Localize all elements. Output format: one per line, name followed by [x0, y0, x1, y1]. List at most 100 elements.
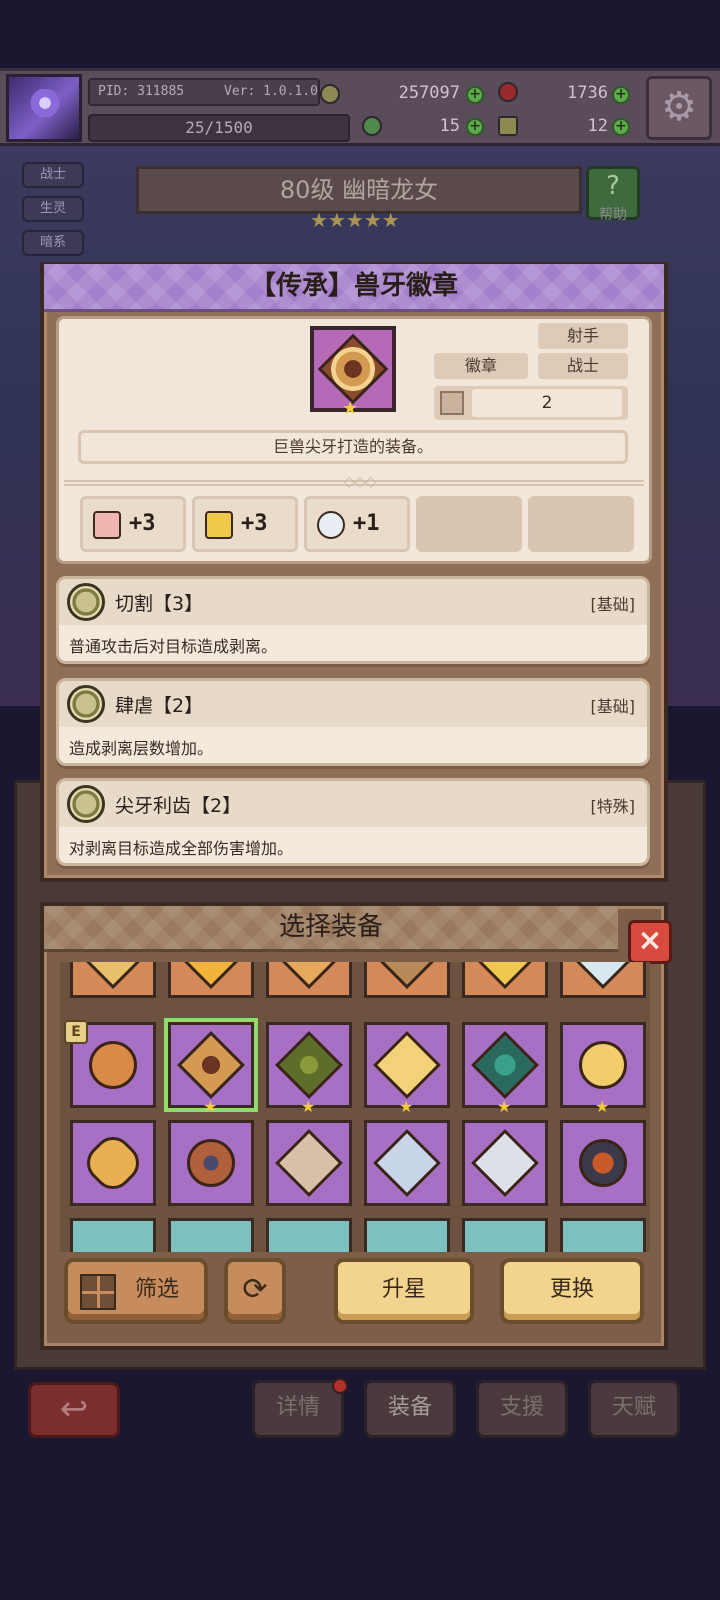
bonus-armor: +3: [192, 496, 298, 552]
hammer-icon: [498, 116, 518, 136]
equipment-grid[interactable]: ★ ★ ★ ★ ★: [60, 962, 650, 1252]
equipment-slot[interactable]: [462, 1218, 548, 1252]
equipment-slot[interactable]: [266, 1120, 352, 1206]
equipment-slot[interactable]: [266, 962, 352, 998]
equipment-slot[interactable]: ★: [462, 1022, 548, 1116]
replace-label: 更换: [549, 1277, 594, 1302]
equipment-slot[interactable]: [168, 1120, 254, 1206]
skill-description: 普通攻击后对目标造成剥离。: [69, 637, 278, 656]
armor-icon: [205, 511, 233, 539]
equipment-slot[interactable]: [462, 962, 548, 998]
select-equipment-title: 选择装备: [44, 906, 618, 952]
bonus-empty-slot: [416, 496, 522, 552]
help-label: 帮助: [599, 207, 627, 223]
item-description: 巨兽尖牙打造的装备。: [78, 430, 628, 464]
equipment-slot[interactable]: [364, 1120, 450, 1206]
skill-card: 尖牙利齿【2】 [特殊] 对剥离目标造成全部伤害增加。: [56, 778, 650, 866]
equipment-slot[interactable]: [168, 1218, 254, 1252]
player-avatar[interactable]: [6, 74, 82, 142]
refresh-icon: ⟳: [242, 1272, 268, 1307]
equipment-slot[interactable]: ★: [560, 1022, 646, 1116]
tag-creature: 生灵: [22, 196, 84, 222]
bonus-agility: +1: [304, 496, 410, 552]
upgrade-star-button[interactable]: 升星: [334, 1258, 474, 1324]
skill-name: 切割【3】: [115, 593, 204, 615]
equipment-slot[interactable]: ★: [266, 1022, 352, 1116]
skill-description: 造成剥离层数增加。: [69, 739, 214, 758]
skill-description: 对剥离目标造成全部伤害增加。: [69, 839, 294, 858]
tab-support[interactable]: 支援: [476, 1380, 568, 1438]
add-clover-icon[interactable]: +: [466, 118, 484, 136]
equipment-slot[interactable]: [560, 1218, 646, 1252]
slot-size-box: 2: [434, 386, 628, 420]
class-tag-warrior: 战士: [538, 353, 628, 379]
item-title: 【传承】兽牙徽章: [44, 264, 664, 312]
tag-dark: 暗系: [22, 230, 84, 256]
equipment-slot[interactable]: [560, 1120, 646, 1206]
upgrade-label: 升星: [381, 1277, 426, 1302]
red-gem-icon: [498, 82, 518, 102]
skill-type: [基础]: [590, 697, 636, 716]
equipment-slot[interactable]: [364, 1218, 450, 1252]
equipment-slot[interactable]: [560, 962, 646, 998]
back-button[interactable]: ↩: [28, 1382, 120, 1438]
skill-name: 肆虐【2】: [115, 695, 204, 717]
game-version: Ver: 1.0.1.0: [224, 84, 318, 99]
bonus-strength: +3: [80, 496, 186, 552]
question-icon: ?: [606, 171, 620, 201]
strength-icon: [93, 511, 121, 539]
add-hammer-icon[interactable]: +: [612, 118, 630, 136]
clover-amount: 15: [439, 116, 460, 136]
skill-emblem-icon: [67, 583, 105, 621]
gold-coin-icon: [320, 84, 340, 104]
equipment-slot[interactable]: [70, 1218, 156, 1252]
skill-card: 切割【3】 [基础] 普通攻击后对目标造成剥离。: [56, 576, 650, 664]
skill-type: [基础]: [590, 595, 636, 614]
type-tag-badge: 徽章: [434, 353, 528, 379]
class-tag-archer: 射手: [538, 323, 628, 349]
filter-button[interactable]: 筛选: [64, 1258, 208, 1324]
experience-bar: 25/1500: [88, 114, 350, 142]
tab-details[interactable]: 详情: [252, 1380, 344, 1438]
player-id: PID: 311885: [98, 84, 185, 99]
equipped-badge: E: [64, 1020, 88, 1044]
grid-filter-icon: [80, 1274, 116, 1310]
equipment-slot[interactable]: [168, 962, 254, 998]
tab-talent[interactable]: 天赋: [588, 1380, 680, 1438]
hammer-amount: 12: [587, 116, 608, 136]
equipment-slot[interactable]: [70, 1120, 156, 1206]
skill-emblem-icon: [67, 785, 105, 823]
clover-icon: [362, 116, 382, 136]
tag-warrior: 战士: [22, 162, 84, 188]
close-icon: ×: [637, 923, 663, 958]
replace-button[interactable]: 更换: [500, 1258, 644, 1324]
notification-dot-icon: [332, 1378, 348, 1394]
refresh-button[interactable]: ⟳: [224, 1258, 286, 1324]
add-gem-icon[interactable]: +: [612, 86, 630, 104]
slot-size-value: 2: [472, 389, 622, 417]
skill-card: 肆虐【2】 [基础] 造成剥离层数增加。: [56, 678, 650, 766]
gem-amount: 1736: [567, 83, 608, 103]
tab-equipment[interactable]: 装备: [364, 1380, 456, 1438]
bonus-empty-slot: [528, 496, 634, 552]
pid-version-bar: PID: 311885 Ver: 1.0.1.0: [88, 78, 320, 106]
equipment-slot[interactable]: [462, 1120, 548, 1206]
item-star-icon: ★: [342, 398, 359, 419]
add-gold-icon[interactable]: +: [466, 86, 484, 104]
back-arrow-icon: ↩: [59, 1389, 89, 1429]
skill-name: 尖牙利齿【2】: [115, 795, 242, 817]
slot-grid-icon: [440, 391, 464, 415]
equipment-slot[interactable]: ★: [364, 1022, 450, 1116]
skill-emblem-icon: [67, 685, 105, 723]
divider-ornament-icon: ◇◇◇: [343, 474, 377, 490]
settings-gear-icon[interactable]: ⚙: [646, 76, 712, 140]
close-button[interactable]: ×: [628, 920, 672, 964]
equipment-slot[interactable]: [266, 1218, 352, 1252]
character-name: 80级 幽暗龙女: [136, 166, 582, 214]
equipment-slot-selected[interactable]: ★: [168, 1022, 254, 1116]
skill-type: [特殊]: [590, 797, 636, 816]
character-stars: ★★★★★: [310, 208, 400, 232]
feather-icon: [317, 511, 345, 539]
equipment-slot[interactable]: [70, 962, 156, 998]
equipment-slot[interactable]: [364, 962, 450, 998]
